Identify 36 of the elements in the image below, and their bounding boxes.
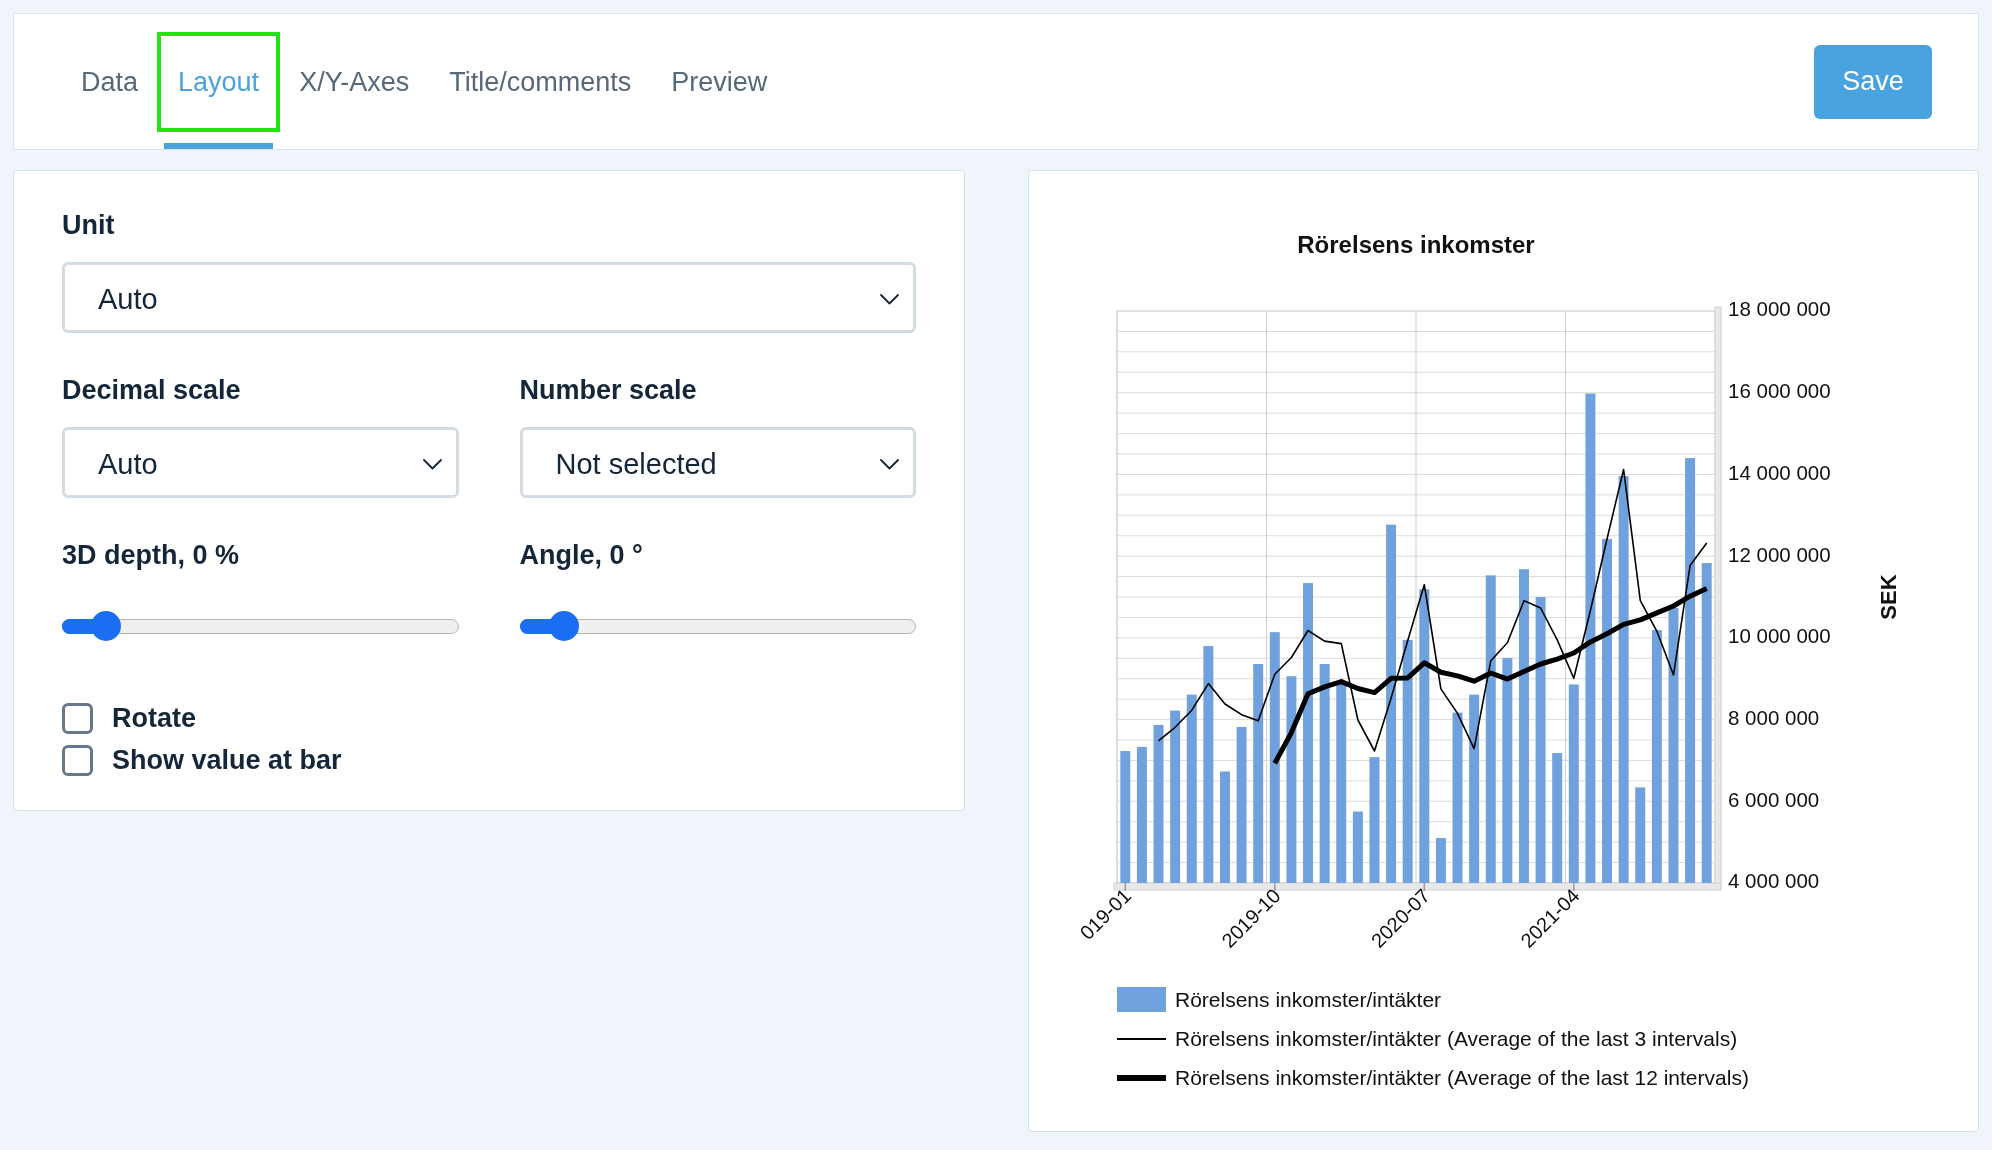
dropdown[interactable]: Auto: [62, 427, 459, 498]
tab[interactable]: Title/comments: [435, 14, 646, 149]
chart-title: Rörelsens inkomster: [1297, 230, 1535, 260]
slider-thumb[interactable]: [548, 611, 579, 641]
chevron-down-icon: [422, 459, 442, 470]
field-label: Decimal scale: [62, 374, 241, 406]
field-label: Unit: [62, 209, 115, 241]
axis-tick-label: 18 000 000: [1728, 297, 1831, 321]
checkbox[interactable]: [62, 744, 93, 776]
slider-thumb[interactable]: [91, 611, 122, 641]
axis-tick-label: 6 000 000: [1728, 787, 1820, 811]
axis-tick-label: 14 000 000: [1728, 460, 1831, 484]
legend-label: Rörelsens inkomster/intäkter (Average of the last 12 intervals): [1175, 1064, 1749, 1091]
legend-label: Rörelsens inkomster/intäkter (Average of the last 3 intervals): [1175, 1025, 1738, 1052]
chevron-down-icon: [880, 294, 899, 305]
chart-bar: [1435, 838, 1446, 883]
dropdown[interactable]: Not selected: [519, 427, 916, 498]
field-label: Angle, 0 °: [519, 539, 643, 571]
tab[interactable]: X/Y-Axes: [285, 14, 424, 149]
axis-tick-label: 10 000 000: [1728, 624, 1831, 648]
legend-label: Rörelsens inkomster/intäkter: [1175, 986, 1442, 1013]
field-label: Number scale: [519, 374, 697, 406]
axis-tick-label: 8 000 000: [1728, 706, 1820, 729]
field-label: 3D depth, 0 %: [62, 539, 240, 571]
axis-tick-label: 16 000 000: [1728, 379, 1831, 403]
chevron-down-icon: [880, 459, 899, 470]
checkbox[interactable]: [62, 702, 93, 734]
tab[interactable]: Data: [67, 14, 153, 149]
axis-title: SEK: [1875, 574, 1901, 620]
checkbox-label: Rotate: [112, 702, 196, 735]
checkbox-label: Show value at bar: [112, 744, 342, 777]
axis-tick-label: 4 000 000: [1728, 869, 1820, 893]
axis-tick-label: 12 000 000: [1728, 542, 1831, 566]
tab[interactable]: Preview: [657, 14, 782, 149]
dropdown[interactable]: Auto: [62, 262, 916, 333]
chart-bar: [1352, 811, 1363, 883]
